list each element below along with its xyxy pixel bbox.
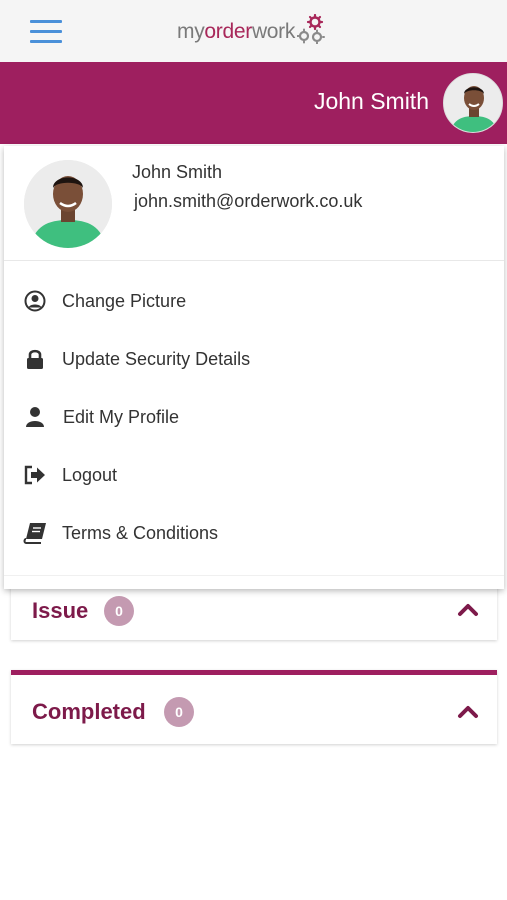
avatar[interactable]: [443, 73, 503, 133]
user-bar: John Smith: [0, 62, 507, 144]
user-circle-icon: [23, 289, 47, 313]
menu-item-update-security-details[interactable]: Update Security Details: [4, 335, 504, 383]
menu-item-label: Logout: [62, 464, 118, 485]
menu-item-label: Terms & Conditions: [62, 522, 219, 543]
app-logo[interactable]: my order work: [177, 14, 326, 50]
menu-item-terms-and-conditions[interactable]: Terms & Conditions: [4, 509, 504, 557]
menu-item-label: Update Security Details: [62, 348, 251, 369]
menu-item-edit-my-profile[interactable]: Edit My Profile: [4, 393, 504, 441]
completed-count-badge: 0: [164, 697, 194, 727]
issue-count-badge: 0: [104, 596, 134, 626]
profile-name: John Smith: [132, 162, 223, 182]
menu-divider: [4, 575, 504, 576]
profile-email: john.smith@orderwork.co.uk: [134, 191, 363, 211]
chevron-up-icon[interactable]: [457, 703, 479, 719]
profile-dropdown-menu: John Smith john.smith@orderwork.co.uk Ch…: [4, 146, 504, 589]
top-bar: my order work: [0, 0, 507, 62]
avatar-image: [444, 74, 502, 132]
sign-out-icon: [23, 463, 47, 487]
chevron-up-icon[interactable]: [457, 601, 479, 617]
lock-icon: [23, 347, 47, 371]
gears-icon: [297, 14, 326, 44]
issue-section: Issue 0: [11, 582, 497, 640]
menu-divider: [4, 260, 504, 261]
logo-text-order: order: [204, 20, 252, 43]
avatar-image: [24, 160, 112, 248]
user-name[interactable]: John Smith: [314, 88, 429, 115]
menu-item-change-picture[interactable]: Change Picture: [4, 277, 504, 325]
book-icon: [23, 521, 47, 545]
user-icon: [23, 405, 47, 429]
issue-section-title: Issue: [32, 598, 89, 623]
logo-text-work: work: [251, 20, 296, 43]
menu-item-label: Change Picture: [62, 290, 187, 311]
logo-text-my: my: [177, 20, 205, 43]
menu-item-logout[interactable]: Logout: [4, 451, 504, 499]
completed-section-title: Completed: [32, 699, 146, 724]
menu-item-label: Edit My Profile: [63, 406, 180, 427]
avatar: [24, 160, 112, 248]
completed-section: Completed 0: [11, 670, 497, 744]
hamburger-icon[interactable]: [30, 20, 62, 44]
